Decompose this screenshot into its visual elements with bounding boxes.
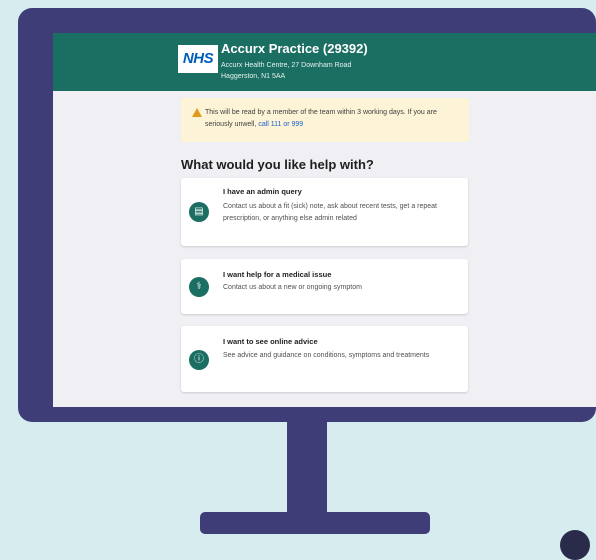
warning-notice: This will be read by a member of the tea… xyxy=(181,98,469,142)
option-title: I have an admin query xyxy=(223,187,302,196)
screen: NHS Accurx Practice (29392) Accurx Healt… xyxy=(53,33,596,407)
address-line-2: Haggerston, N1 5AA xyxy=(221,73,286,80)
option-card-admin-query[interactable]: ▤ I have an admin query Contact us about… xyxy=(181,178,468,246)
notice-message: This will be read by a member of the tea… xyxy=(205,109,437,128)
option-description: See advice and guidance on conditions, s… xyxy=(223,352,430,359)
option-card-online-advice[interactable]: ⓘ I want to see online advice See advice… xyxy=(181,326,468,392)
option-title: I want to see online advice xyxy=(223,337,318,346)
call-emergency-link[interactable]: call 111 or 999 xyxy=(258,121,303,128)
stethoscope-icon: ⚕ xyxy=(189,277,209,297)
monitor-stand-neck xyxy=(287,422,327,518)
document-icon: ▤ xyxy=(189,202,209,222)
page-header: NHS Accurx Practice (29392) Accurx Healt… xyxy=(53,33,596,91)
notice-text: This will be read by a member of the tea… xyxy=(205,107,463,131)
option-description: Contact us about a fit (sick) note, ask … xyxy=(223,203,438,222)
practice-name: Accurx Practice (29392) xyxy=(221,41,368,56)
monitor-frame: NHS Accurx Practice (29392) Accurx Healt… xyxy=(18,8,596,422)
option-card-medical-issue[interactable]: ⚕ I want help for a medical issue Contac… xyxy=(181,259,468,314)
nhs-logo: NHS xyxy=(178,45,218,73)
page-title: What would you like help with? xyxy=(181,157,374,172)
decorative-circle xyxy=(560,530,590,560)
option-title: I want help for a medical issue xyxy=(223,270,332,279)
option-description: Contact us about a new or ongoing sympto… xyxy=(223,284,362,291)
info-icon: ⓘ xyxy=(189,350,209,370)
warning-icon xyxy=(192,108,202,117)
monitor-stand-base xyxy=(200,512,430,534)
address-line-1: Accurx Health Centre, 27 Downham Road xyxy=(221,62,352,69)
